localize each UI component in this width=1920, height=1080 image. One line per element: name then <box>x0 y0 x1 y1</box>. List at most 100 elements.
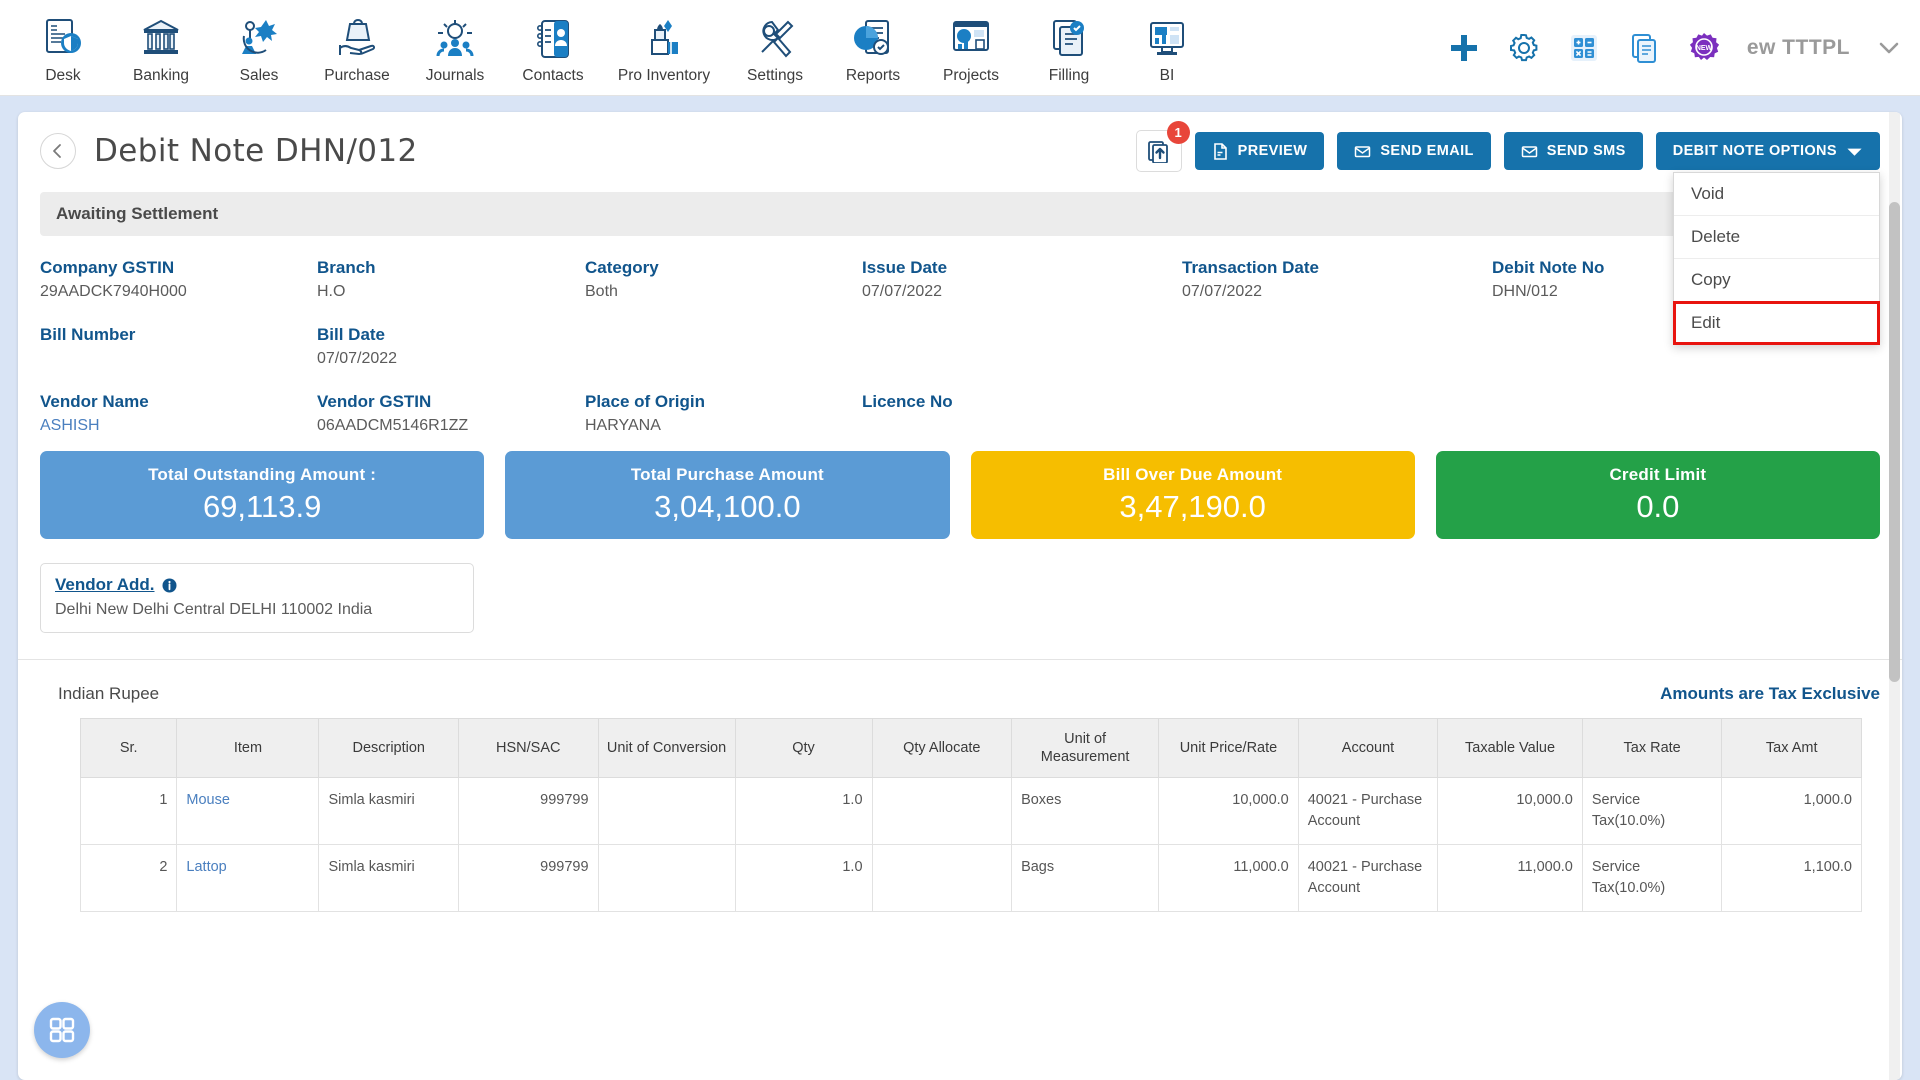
currency-label: Indian Rupee <box>58 684 160 703</box>
field-label: Issue Date <box>862 258 948 277</box>
nav-item-desk[interactable]: Desk <box>14 10 112 85</box>
field-label: Place of Origin <box>585 392 705 411</box>
field-label: Vendor Name <box>40 392 149 411</box>
nav-item-settings[interactable]: Settings <box>726 10 824 85</box>
cell-qty-allocate <box>871 777 1013 846</box>
summary-card-credit-limit: Credit Limit 0.0 <box>1435 451 1880 539</box>
nav-item-bi[interactable]: BI <box>1118 10 1216 85</box>
field-debit-note-no: Debit Note No DHN/012 <box>1492 258 1692 303</box>
cell-item-link[interactable]: Mouse <box>176 777 320 846</box>
status-badge: Awaiting Settlement <box>40 192 1880 236</box>
plus-icon[interactable] <box>1447 31 1481 65</box>
menu-item-edit[interactable]: Edit <box>1673 301 1880 345</box>
nav-item-sales[interactable]: Sales <box>210 10 308 85</box>
field-vendor-gstin: Vendor GSTIN 06AADCM5146R1ZZ <box>317 392 585 437</box>
debit-note-options-wrapper: DEBIT NOTE OPTIONS Void Delete Copy Edit <box>1655 132 1880 345</box>
table-row: 2 Lattop Simla kasmiri 999799 1.0 Bags 1… <box>79 844 1862 913</box>
nav-label: Filling <box>1048 67 1090 84</box>
vendor-address-link[interactable]: Vendor Add. <box>55 575 459 595</box>
upload-file-icon <box>1147 141 1168 163</box>
nav-item-banking[interactable]: Banking <box>112 10 210 85</box>
nav-label: Banking <box>132 67 189 84</box>
vendor-address-text: Delhi New Delhi Central DELHI 110002 Ind… <box>55 601 373 618</box>
details-section: Company GSTIN 29AADCK7940H000 Branch H.O… <box>18 236 1902 437</box>
nav-item-pro-inventory[interactable]: Pro Inventory <box>602 10 726 85</box>
summary-card-total-outstanding: Total Outstanding Amount : 69,113.9 <box>40 451 485 539</box>
send-sms-button[interactable]: SEND SMS <box>1503 132 1643 170</box>
info-icon[interactable] <box>162 578 177 593</box>
field-label: Category <box>585 258 659 277</box>
cell-qty: 1.0 <box>734 777 873 846</box>
gear-icon[interactable] <box>1507 31 1541 65</box>
org-name[interactable]: ew TTTPL <box>1747 36 1850 60</box>
field-category: Category Both <box>585 258 862 303</box>
cell-hsn: 999799 <box>458 777 599 846</box>
field-value: 07/07/2022 <box>862 283 943 300</box>
page-wrapper: Debit Note DHN/012 1 PREVIEW SEND EMAIL … <box>0 96 1920 1080</box>
summary-card-bill-overdue: Bill Over Due Amount 3,47,190.0 <box>970 451 1415 539</box>
upload-attachment-button[interactable]: 1 <box>1135 121 1190 172</box>
field-bill-number: Bill Number <box>40 325 317 370</box>
col-sr: Sr. <box>79 717 178 779</box>
cell-unit-conversion <box>597 844 736 913</box>
reports-icon <box>854 20 889 55</box>
nav-label: Projects <box>943 67 999 84</box>
cell-tax-rate: Service Tax(10.0%) <box>1581 844 1723 913</box>
send-email-label: SEND EMAIL <box>1380 143 1474 159</box>
bank-icon <box>143 19 179 54</box>
sales-icon <box>242 20 277 54</box>
summary-title: Total Outstanding Amount : <box>148 465 377 484</box>
journals-icon <box>436 20 474 57</box>
details-row-2: Bill Number Bill Date 07/07/2022 <box>40 325 1880 370</box>
field-licence-no: Licence No <box>862 392 1182 437</box>
debit-note-options-button[interactable]: DEBIT NOTE OPTIONS <box>1655 132 1880 170</box>
send-email-button[interactable]: SEND EMAIL <box>1337 132 1491 170</box>
cell-unit-price: 10,000.0 <box>1158 777 1299 846</box>
scrollbar-thumb[interactable] <box>1889 202 1900 682</box>
new-badge-icon[interactable]: NEW <box>1687 31 1721 65</box>
vendor-address-box: Vendor Add. Delhi New Delhi Central DELH… <box>40 563 474 633</box>
col-tax-amt: Tax Amt <box>1721 717 1862 779</box>
calculator-icon[interactable] <box>1567 31 1601 65</box>
details-row-3: Vendor Name ASHISH Vendor GSTIN 06AADCM5… <box>40 392 1880 437</box>
nav-label: Reports <box>845 67 901 84</box>
chevron-down-icon[interactable] <box>1876 35 1902 61</box>
back-button[interactable] <box>40 133 76 169</box>
nav-item-purchase[interactable]: Purchase <box>308 10 406 85</box>
preview-document-icon <box>1213 142 1227 160</box>
menu-item-void[interactable]: Void <box>1674 173 1879 216</box>
field-transaction-date: Transaction Date 07/07/2022 <box>1182 258 1492 303</box>
nav-item-journals[interactable]: Journals <box>406 10 504 85</box>
field-issue-date: Issue Date 07/07/2022 <box>862 258 1182 303</box>
cell-taxable-value: 10,000.0 <box>1437 777 1583 846</box>
projects-icon <box>953 21 989 51</box>
top-navigation-bar: Desk Banking Sales Purchase Journals Con… <box>0 0 1920 96</box>
card-header: Debit Note DHN/012 1 PREVIEW SEND EMAIL … <box>18 112 1902 345</box>
cell-qty-allocate <box>871 844 1013 913</box>
nav-item-contacts[interactable]: Contacts <box>504 10 602 85</box>
apps-launcher-button[interactable] <box>34 1002 90 1058</box>
nav-label: Sales <box>239 67 279 84</box>
document-icon[interactable] <box>1627 31 1661 65</box>
menu-item-delete[interactable]: Delete <box>1674 216 1879 259</box>
nav-label: BI <box>1159 67 1175 84</box>
summary-card-total-purchase: Total Purchase Amount 3,04,100.0 <box>505 451 950 539</box>
field-value: 06AADCM5146R1ZZ <box>317 417 469 434</box>
nav-item-projects[interactable]: Projects <box>922 10 1020 85</box>
cell-taxable-value: 11,000.0 <box>1437 844 1583 913</box>
nav-item-filling[interactable]: Filling <box>1020 10 1118 85</box>
nav-label: Journals <box>425 67 485 84</box>
cell-item-link[interactable]: Lattop <box>176 844 320 913</box>
field-label: Bill Number <box>40 325 136 344</box>
envelope-icon <box>1521 145 1538 157</box>
field-value: HARYANA <box>585 417 661 434</box>
preview-button[interactable]: PREVIEW <box>1194 132 1325 170</box>
vendor-address-label: Vendor Add. <box>55 575 155 594</box>
preview-label: PREVIEW <box>1237 143 1308 159</box>
menu-item-copy[interactable]: Copy <box>1674 259 1879 302</box>
cell-qty: 1.0 <box>734 844 873 913</box>
details-row-1: Company GSTIN 29AADCK7940H000 Branch H.O… <box>40 258 1880 303</box>
nav-item-reports[interactable]: Reports <box>824 10 922 85</box>
vendor-name-link[interactable]: ASHISH <box>40 417 317 437</box>
col-unit-price-rate: Unit Price/Rate <box>1158 717 1299 779</box>
